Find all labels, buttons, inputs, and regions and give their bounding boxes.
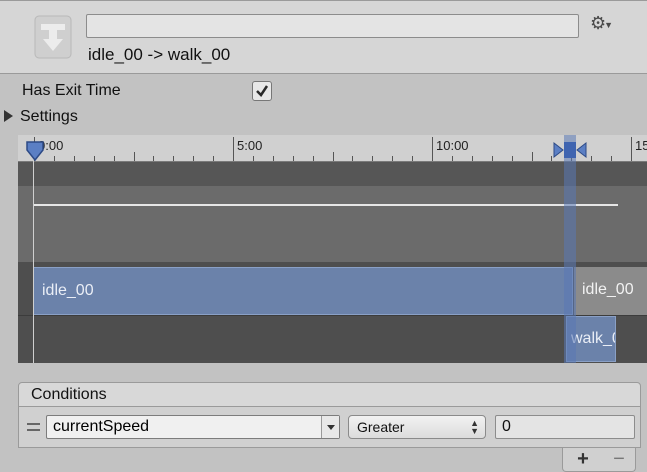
ruler-tick — [512, 156, 513, 161]
destination-clip-loop: idle_00 — [574, 267, 647, 315]
ruler-tick — [114, 156, 115, 161]
chevron-down-icon: ▼ — [604, 20, 614, 30]
has-exit-time-label: Has Exit Time — [22, 82, 121, 99]
playhead-line — [33, 149, 34, 363]
ruler-tick — [432, 137, 433, 161]
condition-value: 0 — [502, 418, 511, 435]
transition-range[interactable] — [564, 135, 576, 363]
ruler-label: 15 — [635, 138, 647, 153]
track-divider — [18, 315, 647, 316]
settings-label: Settings — [20, 108, 78, 125]
ruler-tick — [313, 156, 314, 161]
curve-area — [18, 162, 647, 262]
curve-line — [34, 204, 618, 206]
conditions-header: Conditions — [18, 382, 641, 407]
condition-value-field[interactable]: 0 — [495, 415, 635, 439]
ruler-tick — [472, 156, 473, 161]
settings-foldout[interactable]: Settings — [4, 108, 78, 128]
ruler-tick — [233, 137, 234, 161]
transition-name-field[interactable] — [86, 14, 579, 38]
ruler-tick — [591, 156, 592, 161]
ruler-tick — [74, 156, 75, 161]
parameter-dropdown[interactable]: currentSpeed — [46, 415, 340, 439]
up-down-arrows-icon: ▲ ▼ — [470, 418, 479, 436]
ruler-label: 5:00 — [237, 138, 263, 153]
ruler-tick — [54, 156, 55, 161]
ruler-tick — [253, 156, 254, 161]
transition-marker-icon[interactable] — [552, 140, 588, 160]
conditions-title: Conditions — [31, 386, 107, 403]
ruler-tick — [372, 156, 373, 161]
condition-row[interactable]: currentSpeed Greater ▲ ▼ 0 — [18, 407, 641, 448]
ruler-tick — [153, 156, 154, 161]
ruler-tick — [392, 156, 393, 161]
ruler-tick — [611, 156, 612, 161]
ruler-tick — [532, 152, 533, 161]
transition-header: ⚙▼ idle_00 -> walk_00 — [0, 0, 647, 74]
chevron-down-icon[interactable] — [321, 416, 339, 438]
ruler-tick — [412, 156, 413, 161]
ruler-tick — [273, 156, 274, 161]
transition-icon — [34, 15, 72, 59]
drag-handle-icon[interactable] — [27, 423, 40, 431]
transition-timeline[interactable]: 0:005:0010:0015 idle_00 idle_00 walk_00 — [18, 135, 647, 363]
curve-header — [18, 162, 647, 186]
has-exit-time-checkbox[interactable] — [252, 81, 272, 101]
condition-mode-select[interactable]: Greater ▲ ▼ — [348, 415, 486, 439]
source-clip-label: idle_00 — [42, 282, 94, 299]
ruler-tick — [492, 156, 493, 161]
ruler-tick — [631, 137, 632, 161]
gear-icon[interactable]: ⚙▼ — [590, 13, 618, 35]
ruler-tick — [94, 156, 95, 161]
ruler-tick — [293, 156, 294, 161]
ruler-tick — [173, 156, 174, 161]
ruler-tick — [352, 156, 353, 161]
playhead-icon[interactable] — [25, 140, 45, 162]
source-clip[interactable]: idle_00 — [33, 267, 573, 315]
ruler-tick — [452, 156, 453, 161]
remove-condition-button[interactable]: − — [607, 449, 631, 469]
ruler-label: 10:00 — [436, 138, 469, 153]
destination-clip-label: walk_00 — [571, 330, 615, 347]
condition-mode-value: Greater — [357, 419, 405, 435]
clip-tracks: idle_00 idle_00 walk_00 — [18, 262, 647, 363]
ruler-tick — [333, 152, 334, 161]
conditions-footer: + − — [562, 448, 636, 472]
expand-arrow-icon — [4, 110, 13, 122]
checkmark-icon — [256, 85, 269, 97]
parameter-name: currentSpeed — [53, 418, 150, 435]
ruler-tick — [134, 152, 135, 161]
ruler-tick — [193, 156, 194, 161]
transition-title: idle_00 -> walk_00 — [88, 45, 231, 64]
ruler-tick — [213, 156, 214, 161]
destination-clip-loop-label: idle_00 — [582, 281, 634, 298]
add-condition-button[interactable]: + — [571, 449, 595, 469]
